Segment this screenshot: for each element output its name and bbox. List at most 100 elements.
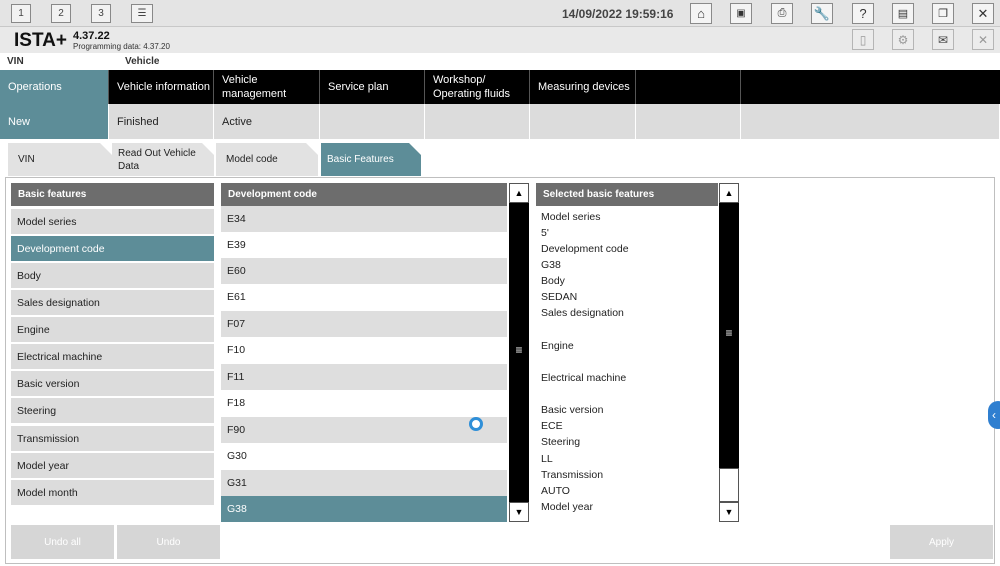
subnav-empty-3 <box>530 104 636 139</box>
selected-line: Model year <box>541 501 593 513</box>
devcode-e34[interactable]: E34 <box>221 206 507 232</box>
window-icon[interactable]: ❐ <box>932 3 954 24</box>
mail-icon[interactable]: ✉ <box>932 29 954 50</box>
sub-nav: New Finished Active <box>0 104 1000 139</box>
devcode-f90[interactable]: F90 <box>221 417 507 443</box>
feature-engine[interactable]: Engine <box>11 317 214 342</box>
wrench-icon[interactable]: 🔧 <box>811 3 833 24</box>
devcode-g31[interactable]: G31 <box>221 470 507 496</box>
selected-line: Transmission <box>541 469 604 481</box>
datetime: 14/09/2022 19:59:16 <box>562 7 674 21</box>
selected-line: SEDAN <box>541 291 578 303</box>
devcode-f18[interactable]: F18 <box>221 390 507 416</box>
selected-line: Body <box>541 275 565 287</box>
feature-model-year[interactable]: Model year <box>11 453 214 478</box>
vehicle-info-row: VIN Vehicle <box>0 53 1000 70</box>
top-toolbar: 1 2 3 ☰ 14/09/2022 19:59:16 ⌂ ▣ ⎙ 🔧 ? ▤ … <box>0 0 1000 27</box>
devcode-scroll-down-icon[interactable]: ▼ <box>509 502 529 522</box>
nav-workshop-operating-fluids[interactable]: Workshop/ Operating fluids <box>425 70 530 104</box>
app-name: ISTA+ <box>14 30 67 51</box>
selected-features-header: Selected basic features <box>536 183 718 206</box>
gear-icon[interactable]: ⚙ <box>892 29 914 50</box>
feature-body[interactable]: Body <box>11 263 214 288</box>
selected-scroll-grip-icon[interactable]: ≡ <box>719 326 739 340</box>
session-tab-3[interactable]: 3 <box>91 4 111 23</box>
feature-steering[interactable]: Steering <box>11 398 214 423</box>
selected-line: Model series <box>541 211 601 223</box>
subnav-empty-1 <box>320 104 425 139</box>
devcode-f10[interactable]: F10 <box>221 337 507 363</box>
tab-model-code[interactable]: Model code <box>216 143 318 176</box>
subnav-new[interactable]: New <box>0 104 109 139</box>
devcode-e61[interactable]: E61 <box>221 284 507 310</box>
selected-line: Basic version <box>541 404 604 416</box>
selected-line: Electrical machine <box>541 372 627 384</box>
document-icon[interactable]: ▯ <box>852 29 874 50</box>
nav-vehicle-information[interactable]: Vehicle information <box>109 70 214 104</box>
subnav-empty-2 <box>425 104 530 139</box>
session-tab-1[interactable]: 1 <box>11 4 31 23</box>
selected-line: Steering <box>541 436 581 448</box>
devcode-scroll-grip-icon[interactable]: ≡ <box>509 343 529 357</box>
subnav-empty-5 <box>741 104 1000 139</box>
selected-line: Development code <box>541 243 629 255</box>
collapse-icon[interactable]: ▤ <box>892 3 914 24</box>
devcode-f07[interactable]: F07 <box>221 311 507 337</box>
side-panel-chevron-icon[interactable]: ‹ <box>988 401 1000 429</box>
feature-electrical-machine[interactable]: Electrical machine <box>11 344 214 369</box>
feature-model-series[interactable]: Model series <box>11 209 214 234</box>
parts-icon[interactable]: ▣ <box>730 3 752 24</box>
basic-features-header: Basic features <box>11 183 214 206</box>
feature-model-month[interactable]: Model month <box>11 480 214 505</box>
app-version: 4.37.22 <box>73 30 110 42</box>
brand-bar: ISTA+ 4.37.22 Programming data: 4.37.20 … <box>0 27 1000 53</box>
selected-line: ECE <box>541 420 563 432</box>
selected-scroll-down-icon[interactable]: ▼ <box>719 502 739 522</box>
selected-scroll-up-icon[interactable]: ▲ <box>719 183 739 203</box>
tab-read-out-vehicle-data[interactable]: Read Out Vehicle Data <box>112 143 214 176</box>
tab-vin[interactable]: VIN <box>8 143 112 176</box>
tab-basic-features[interactable]: Basic Features <box>321 143 421 176</box>
vehicle-label: Vehicle <box>125 56 160 67</box>
nav-vehicle-management[interactable]: Vehicle management <box>214 70 320 104</box>
nav-empty-1 <box>636 70 741 104</box>
vin-label: VIN <box>7 56 24 67</box>
selected-line: G38 <box>541 259 561 271</box>
home-icon[interactable]: ⌂ <box>690 3 712 24</box>
selected-scroll-track[interactable] <box>719 468 739 502</box>
undo-all-button[interactable]: Undo all <box>11 525 114 559</box>
devcode-scroll-up-icon[interactable]: ▲ <box>509 183 529 203</box>
help-icon[interactable]: ? <box>852 3 874 24</box>
apply-button[interactable]: Apply <box>890 525 993 559</box>
undo-button[interactable]: Undo <box>117 525 220 559</box>
session-tab-2[interactable]: 2 <box>51 4 71 23</box>
feature-transmission[interactable]: Transmission <box>11 426 214 451</box>
subnav-empty-4 <box>636 104 741 139</box>
devcode-g30[interactable]: G30 <box>221 443 507 469</box>
selected-line: LL <box>541 453 553 465</box>
devcode-f11[interactable]: F11 <box>221 364 507 390</box>
devcode-e60[interactable]: E60 <box>221 258 507 284</box>
nav-service-plan[interactable]: Service plan <box>320 70 425 104</box>
close-session-icon[interactable]: ✕ <box>972 29 994 50</box>
nav-operations[interactable]: Operations <box>0 70 109 104</box>
print-icon[interactable]: ⎙ <box>771 3 793 24</box>
selected-line: Engine <box>541 340 574 352</box>
feature-sales-designation[interactable]: Sales designation <box>11 290 214 315</box>
selected-line: AUTO <box>541 485 570 497</box>
programming-data: Programming data: 4.37.20 <box>73 42 170 51</box>
development-code-header: Development code <box>221 183 507 206</box>
close-icon[interactable]: ✕ <box>972 3 994 24</box>
step-tabs: VIN Read Out Vehicle Data Model code Bas… <box>0 139 1000 177</box>
devcode-g38[interactable]: G38 <box>221 496 507 522</box>
devcode-e39[interactable]: E39 <box>221 232 507 258</box>
nav-measuring-devices[interactable]: Measuring devices <box>530 70 636 104</box>
list-icon[interactable]: ☰ <box>131 4 153 23</box>
feature-development-code[interactable]: Development code <box>11 236 214 261</box>
subnav-finished[interactable]: Finished <box>109 104 214 139</box>
selected-line: Sales designation <box>541 307 624 319</box>
selected-line: 5' <box>541 227 549 239</box>
subnav-active[interactable]: Active <box>214 104 320 139</box>
cursor-indicator-icon <box>469 417 483 431</box>
feature-basic-version[interactable]: Basic version <box>11 371 214 396</box>
